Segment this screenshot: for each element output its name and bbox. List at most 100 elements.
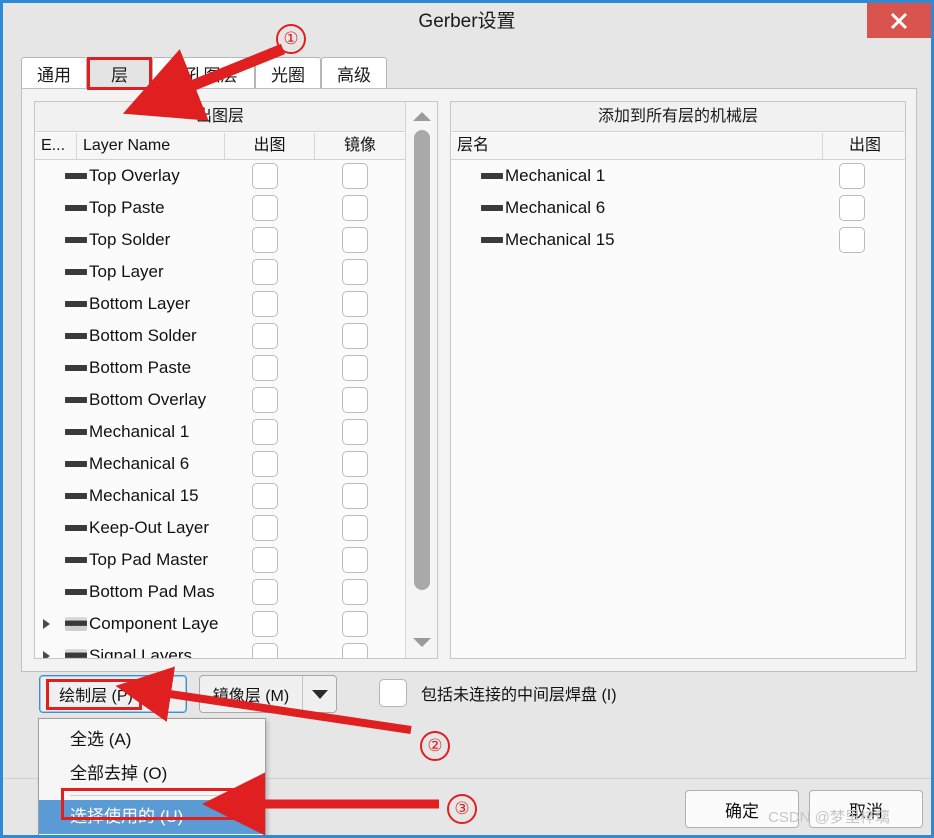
layer-name-cell: Mechanical 6 bbox=[505, 198, 606, 217]
menu-item[interactable]: 全选 (A) bbox=[39, 723, 265, 757]
plot-checkbox[interactable] bbox=[839, 227, 865, 253]
layer-color-swatch-icon bbox=[65, 429, 87, 435]
annotation-marker-3: ③ bbox=[447, 794, 477, 824]
mirror-checkbox[interactable] bbox=[342, 483, 368, 509]
plot-checkbox[interactable] bbox=[252, 515, 278, 541]
mirror-checkbox[interactable] bbox=[342, 643, 368, 658]
table-row[interactable]: Keep-Out Layer bbox=[35, 512, 437, 544]
plot-checkbox[interactable] bbox=[252, 579, 278, 605]
table-row[interactable]: Top Solder bbox=[35, 224, 437, 256]
plot-checkbox[interactable] bbox=[252, 291, 278, 317]
layer-color-swatch-icon bbox=[65, 205, 87, 211]
table-row[interactable]: Bottom Paste bbox=[35, 352, 437, 384]
layer-color-swatch-icon bbox=[65, 525, 87, 531]
mirror-checkbox[interactable] bbox=[342, 611, 368, 637]
column-header[interactable]: 出图 bbox=[225, 133, 315, 159]
layer-color-swatch-icon bbox=[65, 649, 87, 658]
tab-4[interactable]: 光圈 bbox=[255, 57, 321, 89]
table-row[interactable]: Mechanical 6 bbox=[451, 192, 905, 224]
mirror-checkbox[interactable] bbox=[342, 227, 368, 253]
table-row[interactable]: Mechanical 1 bbox=[451, 160, 905, 192]
mirror-checkbox[interactable] bbox=[342, 387, 368, 413]
layer-name-cell: Top Pad Master bbox=[89, 550, 209, 569]
plot-checkbox[interactable] bbox=[252, 387, 278, 413]
tab-label: 层 bbox=[111, 66, 128, 85]
close-button[interactable] bbox=[867, 3, 931, 38]
mirror-checkbox[interactable] bbox=[342, 291, 368, 317]
layer-color-swatch-icon bbox=[65, 493, 87, 499]
expand-triangle-icon[interactable] bbox=[43, 651, 50, 658]
layer-color-swatch-icon bbox=[65, 301, 87, 307]
mirror-checkbox[interactable] bbox=[342, 355, 368, 381]
menu-item[interactable]: 选择使用的 (U) bbox=[39, 800, 265, 834]
tab-strip: 通用 层 钻孔图层 光圈 高级 bbox=[21, 57, 917, 89]
draw-layers-button[interactable]: 绘制层 (P) bbox=[39, 675, 187, 713]
plot-checkbox[interactable] bbox=[252, 451, 278, 477]
mirror-checkbox[interactable] bbox=[342, 163, 368, 189]
mirror-checkbox[interactable] bbox=[342, 579, 368, 605]
table-row[interactable]: Top Paste bbox=[35, 192, 437, 224]
expand-triangle-icon[interactable] bbox=[43, 619, 50, 629]
plot-checkbox[interactable] bbox=[252, 355, 278, 381]
draw-layers-label: 绘制层 (P) bbox=[59, 688, 133, 705]
layer-color-swatch-icon bbox=[65, 333, 87, 339]
plot-checkbox[interactable] bbox=[252, 259, 278, 285]
table-row[interactable]: Bottom Layer bbox=[35, 288, 437, 320]
table-row[interactable]: Mechanical 6 bbox=[35, 448, 437, 480]
column-header[interactable]: Layer Name bbox=[77, 133, 225, 159]
scroll-thumb[interactable] bbox=[414, 130, 430, 590]
plot-checkbox[interactable] bbox=[252, 611, 278, 637]
mirror-checkbox[interactable] bbox=[342, 515, 368, 541]
layer-color-swatch-icon bbox=[481, 237, 503, 243]
plot-checkbox[interactable] bbox=[252, 547, 278, 573]
scroll-up-arrow-icon[interactable] bbox=[406, 104, 437, 128]
layer-name-cell: Top Solder bbox=[89, 230, 171, 249]
mirror-layers-chevron-down-icon[interactable] bbox=[302, 676, 336, 712]
mirror-checkbox[interactable] bbox=[342, 195, 368, 221]
column-header[interactable]: 镜像 bbox=[315, 133, 405, 159]
table-row[interactable]: Bottom Solder bbox=[35, 320, 437, 352]
mirror-checkbox[interactable] bbox=[342, 547, 368, 573]
plot-checkbox[interactable] bbox=[252, 323, 278, 349]
table-row[interactable]: Signal Layers bbox=[35, 640, 437, 659]
table-row[interactable]: Top Pad Master bbox=[35, 544, 437, 576]
table-row[interactable]: Bottom Overlay bbox=[35, 384, 437, 416]
table-row[interactable]: Bottom Pad Mas bbox=[35, 576, 437, 608]
plot-checkbox[interactable] bbox=[252, 483, 278, 509]
table-row[interactable]: Top Layer bbox=[35, 256, 437, 288]
mirror-layers-button[interactable]: 镜像层 (M) bbox=[199, 675, 337, 713]
mirror-checkbox[interactable] bbox=[342, 323, 368, 349]
table-row[interactable]: Top Overlay bbox=[35, 160, 437, 192]
include-unconnected-pads-checkbox[interactable]: 包括未连接的中间层焊盘 (I) bbox=[379, 679, 617, 707]
mirror-checkbox[interactable] bbox=[342, 259, 368, 285]
tab-1[interactable]: 通用 bbox=[21, 57, 87, 89]
plot-checkbox[interactable] bbox=[252, 163, 278, 189]
plot-checkbox[interactable] bbox=[252, 419, 278, 445]
column-header[interactable]: 层名 bbox=[451, 133, 823, 159]
layer-name-cell: Signal Layers bbox=[89, 646, 193, 659]
menu-item[interactable]: 全部去掉 (O) bbox=[39, 757, 265, 791]
layer-color-swatch-icon bbox=[65, 617, 87, 631]
column-header[interactable]: 出图 bbox=[823, 133, 905, 159]
plot-checkbox[interactable] bbox=[252, 227, 278, 253]
table-row[interactable]: Mechanical 15 bbox=[35, 480, 437, 512]
tab-3[interactable]: 钻孔图层 bbox=[152, 57, 255, 89]
table-row[interactable]: Mechanical 1 bbox=[35, 416, 437, 448]
plot-checkbox[interactable] bbox=[252, 643, 278, 658]
layer-color-swatch-icon bbox=[65, 397, 87, 403]
layer-name-cell: Top Paste bbox=[89, 198, 165, 217]
tab-5[interactable]: 高级 bbox=[321, 57, 387, 89]
mirror-checkbox[interactable] bbox=[342, 419, 368, 445]
scroll-down-arrow-icon[interactable] bbox=[406, 630, 437, 654]
plot-checkbox[interactable] bbox=[252, 195, 278, 221]
plot-layers-scrollbar[interactable] bbox=[405, 102, 437, 658]
tab-2[interactable]: 层 bbox=[87, 57, 152, 89]
mirror-checkbox[interactable] bbox=[342, 451, 368, 477]
draw-layers-chevron-down-icon[interactable] bbox=[152, 676, 186, 712]
table-row[interactable]: Mechanical 15 bbox=[451, 224, 905, 256]
column-header[interactable]: E... bbox=[35, 133, 77, 159]
table-row[interactable]: Component Laye bbox=[35, 608, 437, 640]
include-unconnected-pads-box[interactable] bbox=[379, 679, 407, 707]
plot-checkbox[interactable] bbox=[839, 195, 865, 221]
plot-checkbox[interactable] bbox=[839, 163, 865, 189]
